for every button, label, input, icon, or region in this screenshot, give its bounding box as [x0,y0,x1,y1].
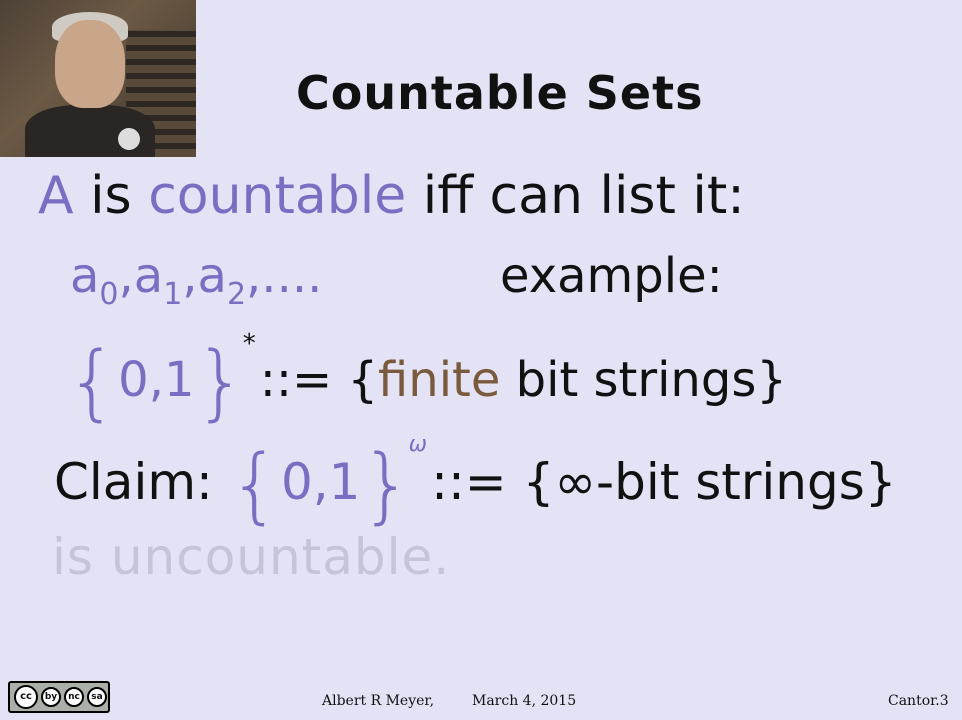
text-def: ::= { [259,352,379,408]
definition-line: A is countable iff can list it: [38,166,745,226]
sequence-line: a0,a1,a2,.... example: [70,248,723,312]
cc-icon: cc [14,685,38,709]
speaker-badge [118,128,140,150]
sa-icon: sa [87,687,107,707]
omega-superscript: ω [408,432,428,457]
set-a: A [38,166,74,226]
term-countable: countable [148,166,407,226]
term-finite: finite [378,352,501,408]
text-rest: iff can list it: [406,166,745,226]
example-label: example: [500,248,723,304]
slide-title: Countable Sets [296,66,704,120]
by-icon: by [41,687,61,707]
webcam-video [0,0,196,157]
footer-date: March 4, 2015 [472,693,577,709]
set-01-omega: {0,1} [228,438,413,533]
claim-line: Claim: {0,1}ω::= {∞-bit strings} [54,432,897,533]
text-def: ::= {∞-bit strings} [431,453,897,511]
finite-strings-line: {0,1}*::= {finite bit strings} [66,329,787,430]
sequence: a0,a1,a2,.... [70,248,323,312]
claim-label: Claim: [54,453,229,511]
set-01: {0,1} [66,335,247,430]
creative-commons-badge: cc by nc sa [8,681,110,713]
nc-icon: nc [64,687,84,707]
kleene-star: * [242,329,256,359]
text-is: is [73,166,149,226]
footer-slide-id: Cantor.3 [888,693,949,709]
text-rest: bit strings} [500,352,787,408]
speaker-face [55,20,125,108]
uncountable-line: is uncountable. [52,528,451,586]
footer-author: Albert R Meyer, [322,693,435,709]
